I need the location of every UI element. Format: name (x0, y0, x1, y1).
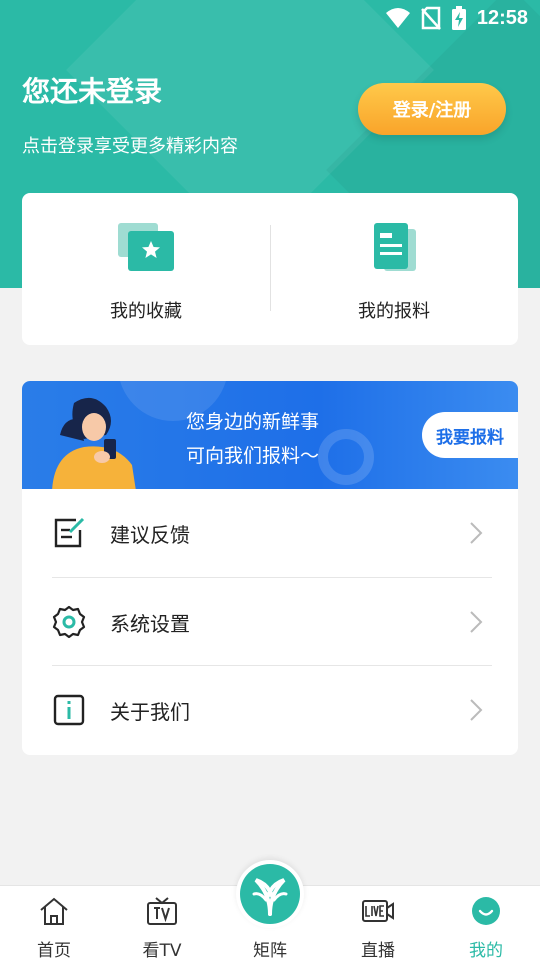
menu-item-settings[interactable]: 系统设置 (22, 578, 518, 666)
home-icon (40, 897, 68, 925)
matrix-center-button[interactable] (236, 860, 304, 928)
chevron-right-icon (470, 699, 483, 721)
menu-item-label: 关于我们 (110, 700, 190, 724)
woman-with-phone-illustration (52, 397, 136, 489)
menu-item-label: 建议反馈 (110, 523, 190, 547)
tab-label: 矩阵 (253, 941, 287, 960)
login-register-button[interactable]: 登录/注册 (358, 83, 506, 135)
clock: 12:58 (476, 6, 528, 29)
matrix-logo-icon (252, 878, 288, 916)
report-document-icon (374, 223, 416, 271)
my-reports-item[interactable]: 我的报料 (270, 193, 518, 345)
my-favorites-label: 我的收藏 (110, 301, 182, 322)
wifi-icon (385, 8, 410, 28)
tab-label: 首页 (37, 941, 71, 960)
feedback-edit-icon (54, 517, 85, 548)
info-icon (53, 694, 85, 726)
menu-item-label: 系统设置 (110, 612, 190, 636)
profile-smile-icon (472, 897, 500, 925)
menu-item-feedback[interactable]: 建议反馈 (22, 489, 518, 577)
submit-report-button[interactable]: 我要报料 (422, 412, 518, 458)
banner-text-line2: 可向我们报料～ (186, 445, 320, 467)
banner-decoration (318, 429, 374, 485)
tab-mine[interactable]: 我的 (432, 886, 540, 960)
no-sim-icon (420, 6, 441, 30)
status-bar: 12:58 (0, 0, 540, 36)
favorites-star-icon (118, 223, 174, 271)
chevron-right-icon (470, 611, 483, 633)
menu-item-about[interactable]: 关于我们 (22, 666, 518, 754)
live-icon (362, 900, 394, 922)
tab-label: 看TV (142, 941, 182, 960)
my-reports-label: 我的报料 (358, 301, 430, 322)
menu-card: 您身边的新鲜事 可向我们报料～ 我要报料 建议反馈 系统设置 关于我们 (22, 381, 518, 755)
login-subtitle[interactable]: 点击登录享受更多精彩内容 (22, 132, 238, 158)
battery-charging-icon (451, 6, 466, 30)
login-title[interactable]: 您还未登录 (22, 70, 162, 110)
banner-text-line1: 您身边的新鲜事 (186, 411, 320, 433)
tab-watch-tv[interactable]: 看TV (108, 886, 216, 960)
tab-label: 我的 (469, 941, 503, 960)
report-banner[interactable]: 您身边的新鲜事 可向我们报料～ 我要报料 (22, 381, 518, 489)
my-favorites-item[interactable]: 我的收藏 (22, 193, 270, 345)
chevron-right-icon (470, 522, 483, 544)
tv-icon (147, 897, 177, 925)
tab-live[interactable]: 直播 (324, 886, 432, 960)
settings-gear-icon (52, 605, 86, 639)
tab-home[interactable]: 首页 (0, 886, 108, 960)
quick-actions-card: 我的收藏 我的报料 (22, 193, 518, 345)
tab-label: 直播 (361, 941, 395, 960)
